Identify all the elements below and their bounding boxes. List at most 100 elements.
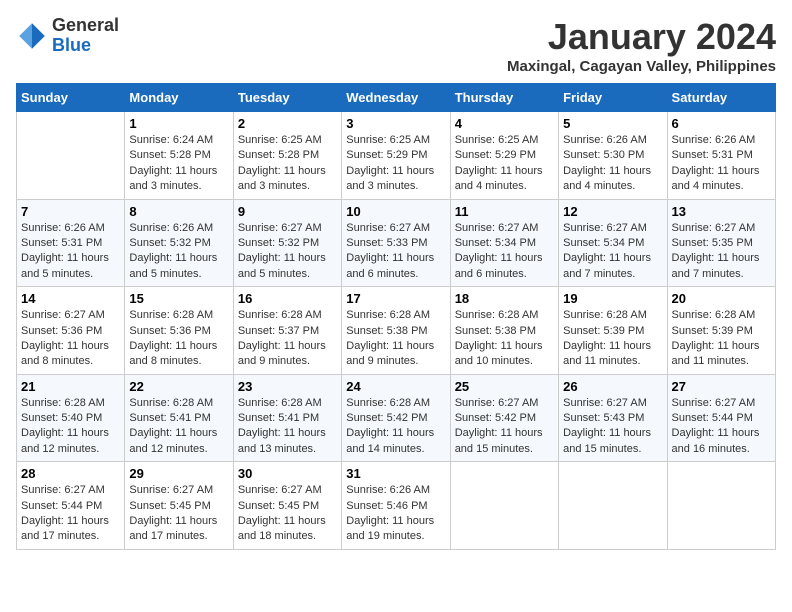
day-number: 5: [563, 116, 662, 131]
day-info: Sunrise: 6:28 AMSunset: 5:37 PMDaylight:…: [238, 308, 337, 370]
day-info: Sunrise: 6:26 AMSunset: 5:30 PMDaylight:…: [563, 133, 662, 195]
calendar-cell: 15Sunrise: 6:28 AMSunset: 5:36 PMDayligh…: [125, 287, 233, 375]
day-info: Sunrise: 6:27 AMSunset: 5:33 PMDaylight:…: [346, 221, 445, 283]
day-number: 16: [238, 291, 337, 306]
day-of-week-header: Saturday: [667, 84, 775, 112]
calendar-cell: 8 Sunrise: 6:26 AMSunset: 5:32 PMDaylight…: [125, 199, 233, 287]
logo: General Blue: [16, 16, 119, 56]
calendar-cell: 6 Sunrise: 6:26 AMSunset: 5:31 PMDaylight…: [667, 112, 775, 200]
calendar-cell: 5 Sunrise: 6:26 AMSunset: 5:30 PMDaylight…: [559, 112, 667, 200]
day-info: Sunrise: 6:27 AMSunset: 5:45 PMDaylight:…: [238, 483, 337, 545]
month-title: January 2024: [507, 16, 776, 58]
calendar-cell: 13Sunrise: 6:27 AMSunset: 5:35 PMDayligh…: [667, 199, 775, 287]
day-info: Sunrise: 6:28 AMSunset: 5:42 PMDaylight:…: [346, 396, 445, 458]
day-of-week-header: Wednesday: [342, 84, 450, 112]
day-number: 15: [129, 291, 228, 306]
calendar-cell: 1Sunrise: 6:24 AMSunset: 5:28 PMDaylight…: [125, 112, 233, 200]
calendar-cell: 24Sunrise: 6:28 AMSunset: 5:42 PMDayligh…: [342, 374, 450, 462]
calendar-cell: 16 Sunrise: 6:28 AMSunset: 5:37 PMDayligh…: [233, 287, 341, 375]
day-of-week-header: Monday: [125, 84, 233, 112]
day-number: 20: [672, 291, 771, 306]
day-info: Sunrise: 6:27 AMSunset: 5:45 PMDaylight:…: [129, 483, 228, 545]
day-info: Sunrise: 6:26 AMSunset: 5:32 PMDaylight:…: [129, 221, 228, 283]
day-info: Sunrise: 6:25 AMSunset: 5:28 PMDaylight:…: [238, 133, 337, 195]
logo-icon: [16, 20, 48, 52]
calendar-cell: 14Sunrise: 6:27 AMSunset: 5:36 PMDayligh…: [17, 287, 125, 375]
day-info: Sunrise: 6:27 AMSunset: 5:44 PMDaylight:…: [672, 396, 771, 458]
day-info: Sunrise: 6:28 AMSunset: 5:38 PMDaylight:…: [455, 308, 554, 370]
calendar-week-row: 28 Sunrise: 6:27 AMSunset: 5:44 PMDayligh…: [17, 462, 776, 550]
day-number: 23: [238, 379, 337, 394]
day-info: Sunrise: 6:27 AMSunset: 5:34 PMDaylight:…: [455, 221, 554, 283]
day-number: 7: [21, 204, 120, 219]
day-number: 11: [455, 204, 554, 219]
day-of-week-header: Friday: [559, 84, 667, 112]
day-info: Sunrise: 6:28 AMSunset: 5:41 PMDaylight:…: [129, 396, 228, 458]
calendar-week-row: 14Sunrise: 6:27 AMSunset: 5:36 PMDayligh…: [17, 287, 776, 375]
day-number: 4: [455, 116, 554, 131]
day-info: Sunrise: 6:25 AMSunset: 5:29 PMDaylight:…: [455, 133, 554, 195]
day-info: Sunrise: 6:26 AMSunset: 5:31 PMDaylight:…: [672, 133, 771, 195]
day-info: Sunrise: 6:28 AMSunset: 5:39 PMDaylight:…: [672, 308, 771, 370]
day-info: Sunrise: 6:27 AMSunset: 5:34 PMDaylight:…: [563, 221, 662, 283]
calendar-cell: 25 Sunrise: 6:27 AMSunset: 5:42 PMDayligh…: [450, 374, 558, 462]
day-number: 13: [672, 204, 771, 219]
day-info: Sunrise: 6:26 AMSunset: 5:46 PMDaylight:…: [346, 483, 445, 545]
calendar-week-row: 7Sunrise: 6:26 AMSunset: 5:31 PMDaylight…: [17, 199, 776, 287]
calendar-cell: 3 Sunrise: 6:25 AMSunset: 5:29 PMDaylight…: [342, 112, 450, 200]
day-info: Sunrise: 6:27 AMSunset: 5:44 PMDaylight:…: [21, 483, 120, 545]
calendar-cell: 10 Sunrise: 6:27 AMSunset: 5:33 PMDayligh…: [342, 199, 450, 287]
calendar-cell: 26 Sunrise: 6:27 AMSunset: 5:43 PMDayligh…: [559, 374, 667, 462]
day-info: Sunrise: 6:24 AMSunset: 5:28 PMDaylight:…: [129, 133, 228, 195]
day-number: 19: [563, 291, 662, 306]
calendar-cell: 29 Sunrise: 6:27 AMSunset: 5:45 PMDayligh…: [125, 462, 233, 550]
calendar-cell: 4 Sunrise: 6:25 AMSunset: 5:29 PMDaylight…: [450, 112, 558, 200]
calendar-cell: 9Sunrise: 6:27 AMSunset: 5:32 PMDaylight…: [233, 199, 341, 287]
calendar-cell: 31 Sunrise: 6:26 AMSunset: 5:46 PMDayligh…: [342, 462, 450, 550]
calendar-header-row: SundayMondayTuesdayWednesdayThursdayFrid…: [17, 84, 776, 112]
day-number: 12: [563, 204, 662, 219]
calendar: SundayMondayTuesdayWednesdayThursdayFrid…: [16, 83, 776, 550]
day-of-week-header: Sunday: [17, 84, 125, 112]
calendar-cell: 17Sunrise: 6:28 AMSunset: 5:38 PMDayligh…: [342, 287, 450, 375]
day-number: 6: [672, 116, 771, 131]
day-number: 31: [346, 466, 445, 481]
day-of-week-header: Thursday: [450, 84, 558, 112]
day-number: 10: [346, 204, 445, 219]
calendar-cell: 19Sunrise: 6:28 AMSunset: 5:39 PMDayligh…: [559, 287, 667, 375]
calendar-cell: [450, 462, 558, 550]
day-number: 26: [563, 379, 662, 394]
calendar-cell: 28 Sunrise: 6:27 AMSunset: 5:44 PMDayligh…: [17, 462, 125, 550]
day-number: 17: [346, 291, 445, 306]
day-number: 2: [238, 116, 337, 131]
calendar-cell: 21Sunrise: 6:28 AMSunset: 5:40 PMDayligh…: [17, 374, 125, 462]
day-info: Sunrise: 6:27 AMSunset: 5:42 PMDaylight:…: [455, 396, 554, 458]
calendar-cell: 30 Sunrise: 6:27 AMSunset: 5:45 PMDayligh…: [233, 462, 341, 550]
calendar-week-row: 21Sunrise: 6:28 AMSunset: 5:40 PMDayligh…: [17, 374, 776, 462]
day-of-week-header: Tuesday: [233, 84, 341, 112]
page-header: General Blue January 2024 Maxingal, Caga…: [16, 16, 776, 75]
location: Maxingal, Cagayan Valley, Philippines: [507, 58, 776, 75]
day-number: 29: [129, 466, 228, 481]
day-number: 21: [21, 379, 120, 394]
day-info: Sunrise: 6:27 AMSunset: 5:43 PMDaylight:…: [563, 396, 662, 458]
calendar-cell: 12 Sunrise: 6:27 AMSunset: 5:34 PMDayligh…: [559, 199, 667, 287]
calendar-week-row: 1Sunrise: 6:24 AMSunset: 5:28 PMDaylight…: [17, 112, 776, 200]
day-number: 9: [238, 204, 337, 219]
day-number: 3: [346, 116, 445, 131]
calendar-cell: 7Sunrise: 6:26 AMSunset: 5:31 PMDaylight…: [17, 199, 125, 287]
calendar-cell: 11 Sunrise: 6:27 AMSunset: 5:34 PMDayligh…: [450, 199, 558, 287]
calendar-cell: [17, 112, 125, 200]
day-number: 27: [672, 379, 771, 394]
title-block: January 2024 Maxingal, Cagayan Valley, P…: [507, 16, 776, 75]
day-number: 8: [129, 204, 228, 219]
day-info: Sunrise: 6:25 AMSunset: 5:29 PMDaylight:…: [346, 133, 445, 195]
day-info: Sunrise: 6:28 AMSunset: 5:41 PMDaylight:…: [238, 396, 337, 458]
calendar-cell: 18 Sunrise: 6:28 AMSunset: 5:38 PMDayligh…: [450, 287, 558, 375]
day-number: 22: [129, 379, 228, 394]
day-number: 18: [455, 291, 554, 306]
day-number: 28: [21, 466, 120, 481]
calendar-cell: [667, 462, 775, 550]
day-number: 25: [455, 379, 554, 394]
day-number: 30: [238, 466, 337, 481]
